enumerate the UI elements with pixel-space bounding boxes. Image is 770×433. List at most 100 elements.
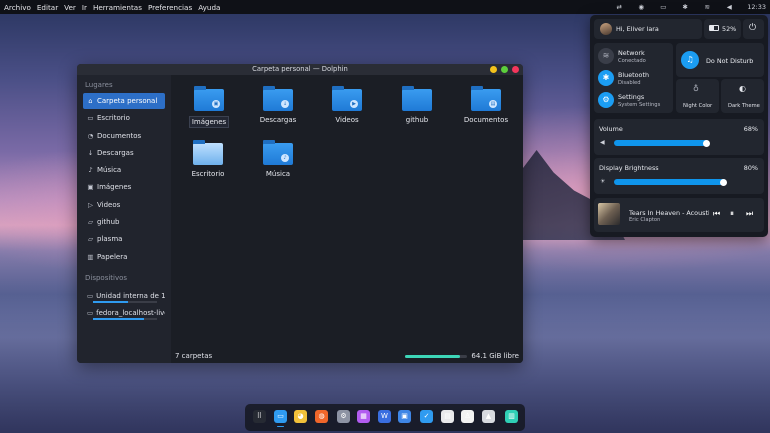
tool-icon[interactable]: ▲ bbox=[482, 410, 495, 423]
sidebar-item-music[interactable]: ♪ Música bbox=[83, 162, 165, 178]
volume-value: 68% bbox=[743, 125, 758, 133]
file-item-descargas[interactable]: ↓ Descargas bbox=[248, 86, 308, 124]
file-view[interactable]: ▣ Imágenes ↓ Descargas ▶ Videos github ▤… bbox=[171, 75, 523, 363]
volume-slider[interactable] bbox=[614, 139, 754, 147]
free-space[interactable]: 64.1 GiB libre bbox=[405, 352, 519, 360]
sidebar-item-label: Carpeta personal bbox=[97, 97, 158, 105]
menu-editar[interactable]: Editar bbox=[37, 3, 58, 12]
battery-tray-icon[interactable]: ▭ bbox=[659, 3, 667, 11]
clock[interactable]: 12:33 bbox=[747, 3, 766, 11]
disk-usage-bar bbox=[405, 354, 468, 358]
menu-ver[interactable]: Ver bbox=[64, 3, 76, 12]
drive-icon: ▭ bbox=[87, 291, 94, 300]
volume-tray-icon[interactable]: ◀ bbox=[725, 3, 733, 11]
minimize-button[interactable] bbox=[490, 66, 497, 73]
volume-slider-knob[interactable] bbox=[703, 139, 710, 147]
file-item-github[interactable]: github bbox=[387, 86, 447, 124]
speaker-icon: ◀ bbox=[600, 139, 605, 146]
menu-ir[interactable]: Ir bbox=[82, 3, 87, 12]
sidebar-item-images[interactable]: ▣ Imágenes bbox=[83, 179, 165, 195]
power-button[interactable]: ⏻ bbox=[743, 19, 764, 39]
battery-percent: 52% bbox=[722, 25, 737, 33]
pause-button[interactable]: ⏸ bbox=[730, 209, 734, 219]
sidebar-item-desktop[interactable]: ▭ Escritorio bbox=[83, 110, 165, 126]
brightness-slider-knob[interactable] bbox=[720, 178, 727, 186]
trash-dock-icon[interactable]: ▥ bbox=[505, 410, 518, 423]
power-icon: ⏻ bbox=[749, 23, 757, 33]
previous-button[interactable]: ⏮ bbox=[713, 209, 720, 219]
network-icon[interactable]: ≋ bbox=[598, 48, 614, 64]
maximize-button[interactable] bbox=[501, 66, 508, 73]
file-item-musica[interactable]: ♪ Música bbox=[248, 140, 308, 178]
dolphin-icon[interactable]: ▭ bbox=[274, 410, 287, 427]
music-icon: ♪ bbox=[88, 166, 93, 175]
toggle-icon[interactable]: ⇄ bbox=[615, 3, 623, 11]
sidebar-item-label: Videos bbox=[97, 200, 121, 209]
settings-title: Settings bbox=[618, 93, 645, 101]
office-icon[interactable]: W bbox=[378, 410, 391, 423]
device-fedora-live[interactable]: ▭ fedora_localhost-live bbox=[83, 305, 165, 321]
bluetooth-tray-icon[interactable]: ✱ bbox=[681, 3, 689, 11]
device-label: Unidad interna de 1... bbox=[96, 291, 165, 300]
menu-preferencias[interactable]: Preferencias bbox=[148, 3, 192, 12]
app-grid-icon[interactable]: ⠿ bbox=[253, 410, 266, 423]
device-label: fedora_localhost-live bbox=[96, 309, 165, 318]
sidebar-item-downloads[interactable]: ↓ Descargas bbox=[83, 145, 165, 161]
file-item-imagenes[interactable]: ▣ Imágenes bbox=[179, 86, 239, 128]
dark-theme-toggle[interactable]: ◐ Dark Theme bbox=[721, 79, 764, 113]
notes-icon[interactable]: ▤ bbox=[441, 410, 454, 423]
places-sidebar: Lugares ⌂ Carpeta personal ▭ Escritorio ◔ D… bbox=[77, 75, 171, 363]
device-usage-bar bbox=[93, 300, 157, 303]
connectivity-card: ≋ Network Conectado ✱ Bluetooth Disabled… bbox=[594, 43, 673, 113]
status-bar: 7 carpetas 64.1 GiB libre bbox=[171, 349, 523, 363]
trash-icon: ▥ bbox=[87, 252, 94, 261]
settings-app-icon[interactable]: ⚙ bbox=[337, 410, 350, 423]
gallery-icon[interactable]: ▣ bbox=[398, 410, 411, 423]
file-item-videos[interactable]: ▶ Videos bbox=[317, 86, 377, 124]
brightness-card: Display Brightness 80% ☀ bbox=[594, 158, 764, 194]
bulb-icon: ♁ bbox=[693, 84, 699, 93]
sidebar-item-label: Documentos bbox=[97, 131, 142, 140]
window-titlebar[interactable]: Carpeta personal — Dolphin bbox=[77, 64, 523, 75]
menu-herramientas[interactable]: Herramientas bbox=[93, 3, 142, 12]
menu-ayuda[interactable]: Ayuda bbox=[198, 3, 220, 12]
user-card[interactable]: Hi, Eliver lara bbox=[594, 19, 702, 39]
sidebar-item-home[interactable]: ⌂ Carpeta personal bbox=[83, 93, 165, 109]
sidebar-item-label: github bbox=[97, 218, 120, 227]
bluetooth-icon[interactable]: ✱ bbox=[598, 70, 614, 86]
record-icon[interactable]: ◉ bbox=[637, 3, 645, 11]
sidebar-item-github[interactable]: ▱ github bbox=[83, 214, 165, 230]
sidebar-item-trash[interactable]: ▥ Papelera bbox=[83, 249, 165, 265]
volume-card: Volume 68% ◀ bbox=[594, 119, 764, 155]
media-title: Tears In Heaven - Acoustic; ... bbox=[629, 209, 709, 217]
store-icon[interactable]: ▦ bbox=[357, 410, 370, 423]
next-button[interactable]: ⏭ bbox=[746, 209, 753, 219]
dnd-toggle[interactable]: ♫ Do Not Disturb bbox=[676, 43, 764, 77]
brightness-slider[interactable] bbox=[614, 178, 754, 186]
menu-archivo[interactable]: Archivo bbox=[4, 3, 31, 12]
code-icon[interactable]: ✓ bbox=[420, 410, 433, 423]
documents-folder-icon: ▤ bbox=[471, 86, 501, 111]
device-internal-drive[interactable]: ▭ Unidad interna de 1... bbox=[83, 288, 165, 304]
file-item-documentos[interactable]: ▤ Documentos bbox=[456, 86, 516, 124]
sidebar-item-videos[interactable]: ▷ Videos bbox=[83, 197, 165, 213]
file-label: Videos bbox=[335, 116, 359, 124]
media-artist: Eric Clapton bbox=[629, 217, 661, 223]
tshirt-icon[interactable]: ♙ bbox=[461, 410, 474, 423]
settings-icon[interactable]: ⚙ bbox=[598, 92, 614, 108]
sidebar-item-documents[interactable]: ◔ Documentos bbox=[83, 128, 165, 144]
chrome-icon[interactable]: ◕ bbox=[294, 410, 307, 423]
wifi-tray-icon[interactable]: ≋ bbox=[703, 3, 711, 11]
close-button[interactable] bbox=[512, 66, 519, 73]
free-space-label: 64.1 GiB libre bbox=[471, 352, 519, 360]
battery-card[interactable]: 52% bbox=[704, 19, 741, 39]
night-color-toggle[interactable]: ♁ Night Color bbox=[676, 79, 719, 113]
dark-theme-label: Dark Theme bbox=[728, 103, 760, 109]
battery-icon bbox=[709, 25, 719, 31]
volume-slider-fill bbox=[614, 140, 709, 146]
image-icon: ▣ bbox=[87, 183, 94, 192]
file-label: Escritorio bbox=[191, 170, 225, 178]
sidebar-item-plasma[interactable]: ▱ plasma bbox=[83, 231, 165, 247]
file-item-escritorio[interactable]: Escritorio bbox=[178, 140, 238, 178]
firefox-icon[interactable]: ◍ bbox=[315, 410, 328, 423]
